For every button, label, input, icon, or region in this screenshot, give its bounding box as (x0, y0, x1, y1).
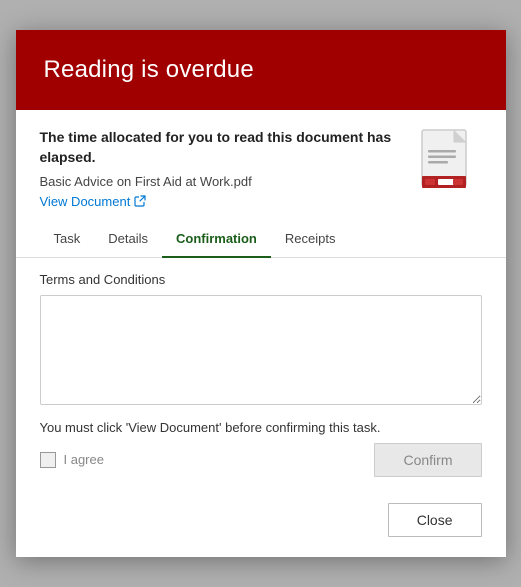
modal-dialog: Reading is overdue The time allocated fo… (16, 30, 506, 556)
tab-task[interactable]: Task (40, 221, 95, 258)
elapsed-message: The time allocated for you to read this … (40, 128, 394, 167)
terms-textarea[interactable] (40, 295, 482, 405)
modal-title: Reading is overdue (44, 56, 254, 84)
info-section: The time allocated for you to read this … (16, 110, 506, 220)
modal-header: Reading is overdue (16, 30, 506, 110)
warning-message: You must click 'View Document' before co… (40, 420, 482, 435)
close-button[interactable]: Close (388, 503, 482, 537)
tab-receipts[interactable]: Receipts (271, 221, 350, 258)
tab-bar: Task Details Confirmation Receipts (16, 221, 506, 258)
external-link-icon (134, 195, 146, 207)
agree-checkbox[interactable] (40, 452, 56, 468)
modal-body: The time allocated for you to read this … (16, 110, 506, 556)
tab-content-confirmation: Terms and Conditions You must click 'Vie… (16, 258, 506, 497)
agree-row: I agree Confirm (40, 443, 482, 477)
agree-label: I agree (64, 452, 104, 467)
document-name: Basic Advice on First Aid at Work.pdf (40, 174, 394, 189)
tab-details[interactable]: Details (94, 221, 162, 258)
document-icon (410, 128, 482, 200)
terms-label: Terms and Conditions (40, 272, 482, 287)
info-text: The time allocated for you to read this … (40, 128, 394, 210)
tab-confirmation[interactable]: Confirmation (162, 221, 271, 258)
bottom-actions: Close (16, 497, 506, 557)
confirm-button[interactable]: Confirm (374, 443, 481, 477)
view-document-link[interactable]: View Document (40, 194, 147, 209)
